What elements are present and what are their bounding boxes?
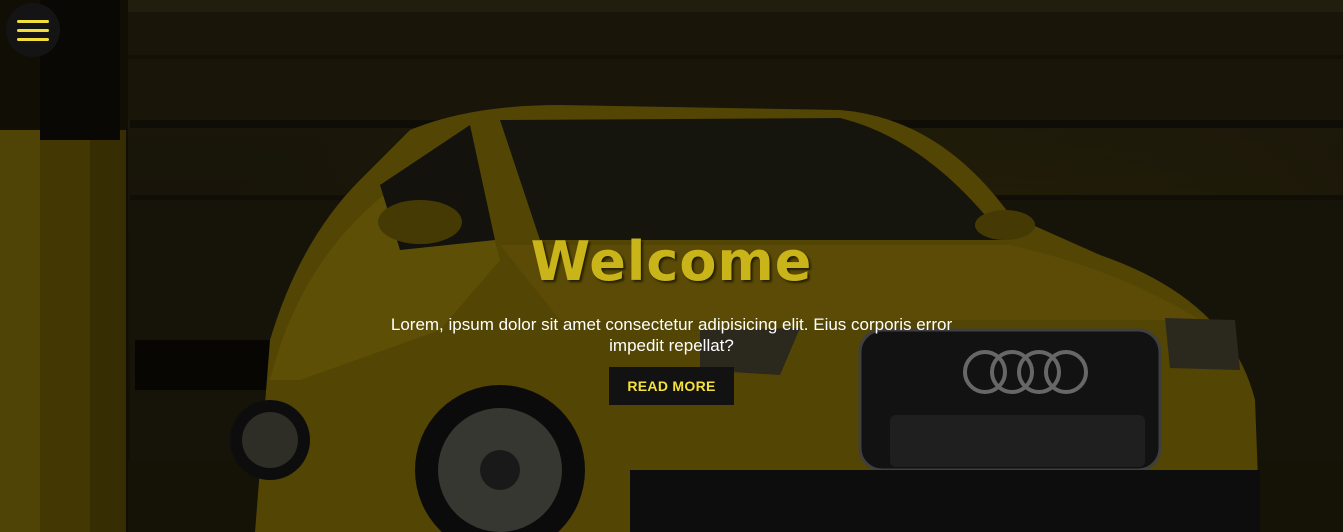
- hamburger-menu-icon-line: [17, 37, 49, 41]
- hero-title: Welcome: [530, 230, 813, 293]
- hero-content: Welcome Lorem, ipsum dolor sit amet cons…: [0, 222, 1343, 405]
- hamburger-menu-button[interactable]: [6, 3, 60, 57]
- hero-section: Welcome Lorem, ipsum dolor sit amet cons…: [0, 0, 1343, 532]
- read-more-button[interactable]: READ MORE: [609, 367, 734, 405]
- hamburger-menu-icon-line: [17, 19, 49, 23]
- hamburger-menu-icon-line: [17, 28, 49, 32]
- hero-description: Lorem, ipsum dolor sit amet consectetur …: [390, 315, 953, 355]
